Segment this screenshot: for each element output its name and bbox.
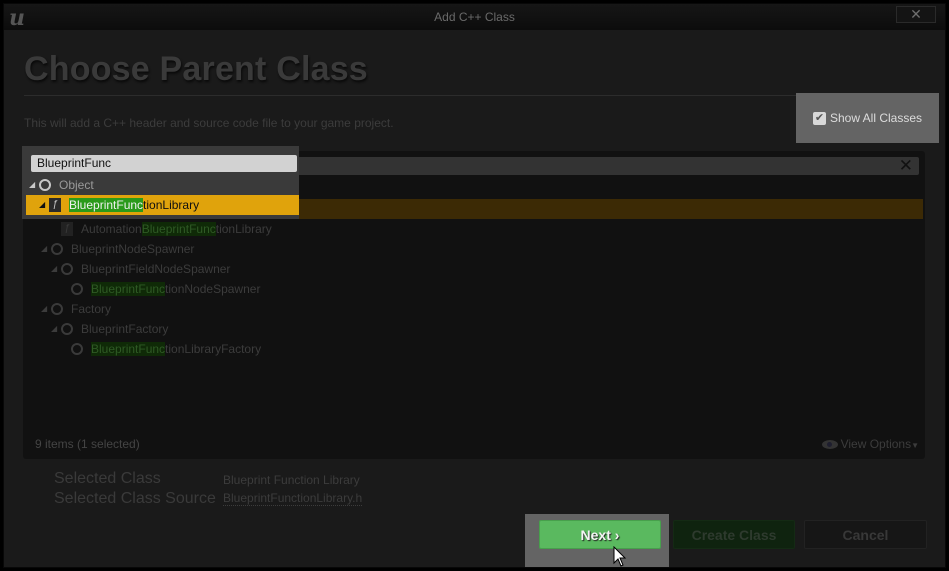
- selected-class-value: Blueprint Function Library: [223, 473, 360, 487]
- class-circle-icon: [51, 243, 63, 255]
- tree-item[interactable]: ◢ Factory: [23, 299, 923, 319]
- checkbox-checked-icon[interactable]: ✔: [812, 111, 826, 125]
- eye-icon: [821, 440, 838, 450]
- tree-item-object[interactable]: ◢ Object: [26, 175, 298, 195]
- tree-item-selected[interactable]: ◢ ƒ BlueprintFunctionLibrary: [26, 195, 299, 215]
- search-match: BlueprintFunc: [91, 342, 166, 356]
- chevron-right-icon: ›: [614, 527, 620, 543]
- tree-item-label: Factory: [71, 302, 112, 316]
- tree-item-label: BlueprintFunctionNodeSpawner: [91, 282, 261, 296]
- clear-search-icon[interactable]: ✕: [899, 156, 913, 176]
- tree-item[interactable]: BlueprintFunctionLibraryFactory: [23, 339, 923, 359]
- tree-item-label: BlueprintFieldNodeSpawner: [81, 262, 231, 276]
- item-count: 9 items (1 selected): [35, 437, 140, 451]
- class-circle-icon: [71, 343, 83, 355]
- cancel-button[interactable]: Cancel: [804, 520, 927, 549]
- class-circle-icon: [61, 263, 73, 275]
- expand-arrow-icon[interactable]: ◢: [41, 299, 47, 319]
- expand-arrow-icon[interactable]: ◢: [51, 319, 57, 339]
- search-match: BlueprintFunc: [91, 282, 166, 296]
- selected-class-label: Selected Class: [54, 470, 161, 487]
- expand-arrow-icon[interactable]: ◢: [41, 239, 47, 259]
- search-match: BlueprintFunc: [141, 222, 216, 236]
- class-circle-icon: [61, 323, 73, 335]
- next-label: Next: [580, 527, 611, 543]
- expand-arrow-icon[interactable]: ◢: [39, 195, 45, 215]
- selected-class-source-link[interactable]: BlueprintFunctionLibrary.h: [223, 491, 363, 506]
- tree-item-label: AutomationBlueprintFunctionLibrary: [81, 222, 272, 236]
- tree-item-label: Object: [59, 178, 94, 192]
- blueprint-function-library-icon: ƒ: [61, 222, 73, 236]
- tree-item-label: tionLibrary: [143, 198, 200, 212]
- blueprint-function-library-icon: ƒ: [49, 198, 61, 212]
- tree-item[interactable]: ◢ BlueprintNodeSpawner: [23, 239, 923, 259]
- search-match: BlueprintFunc: [69, 198, 144, 212]
- close-button[interactable]: ✕: [896, 6, 936, 23]
- next-button[interactable]: Next ›: [539, 520, 661, 549]
- page-subtitle: This will add a C++ header and source co…: [24, 116, 394, 130]
- view-options-button[interactable]: View Options▼: [821, 437, 919, 451]
- show-all-classes-label: Show All Classes: [829, 111, 923, 125]
- tree-item[interactable]: ◢ BlueprintFieldNodeSpawner: [23, 259, 923, 279]
- add-cpp-class-dialog: u Add C++ Class ✕ Choose Parent Class Th…: [3, 3, 946, 568]
- dropdown-arrow-icon: ▼: [911, 441, 919, 450]
- window-title: Add C++ Class: [434, 10, 515, 24]
- search-input[interactable]: BlueprintFunc: [31, 155, 297, 172]
- page-title: Choose Parent Class: [24, 50, 368, 88]
- tree-item[interactable]: BlueprintFunctionNodeSpawner: [23, 279, 923, 299]
- expand-arrow-icon[interactable]: ◢: [29, 175, 35, 195]
- class-circle-icon: [71, 283, 83, 295]
- view-options-label: View Options: [840, 437, 912, 451]
- tree-item[interactable]: ◢ BlueprintFactory: [23, 319, 923, 339]
- expand-arrow-icon[interactable]: ◢: [51, 259, 57, 279]
- tree-item-label: BlueprintFunctionLibraryFactory: [91, 342, 262, 356]
- spotlight-region: BlueprintFunc ◢ Object ◢ ƒ BlueprintFunc…: [22, 146, 299, 219]
- tree-item[interactable]: ƒ AutomationBlueprintFunctionLibrary: [23, 219, 923, 239]
- title-bar[interactable]: u Add C++ Class ✕: [4, 4, 945, 30]
- class-circle-icon: [51, 303, 63, 315]
- class-circle-icon: [39, 179, 51, 191]
- show-all-classes-checkbox[interactable]: ✔ Show All Classes: [796, 93, 939, 143]
- tree-item-label: BlueprintNodeSpawner: [71, 242, 195, 256]
- mouse-cursor-icon: [613, 546, 627, 567]
- tree-item-label: BlueprintFactory: [81, 322, 169, 336]
- create-class-button[interactable]: Create Class: [673, 520, 795, 549]
- selected-class-source-label: Selected Class Source: [54, 490, 216, 507]
